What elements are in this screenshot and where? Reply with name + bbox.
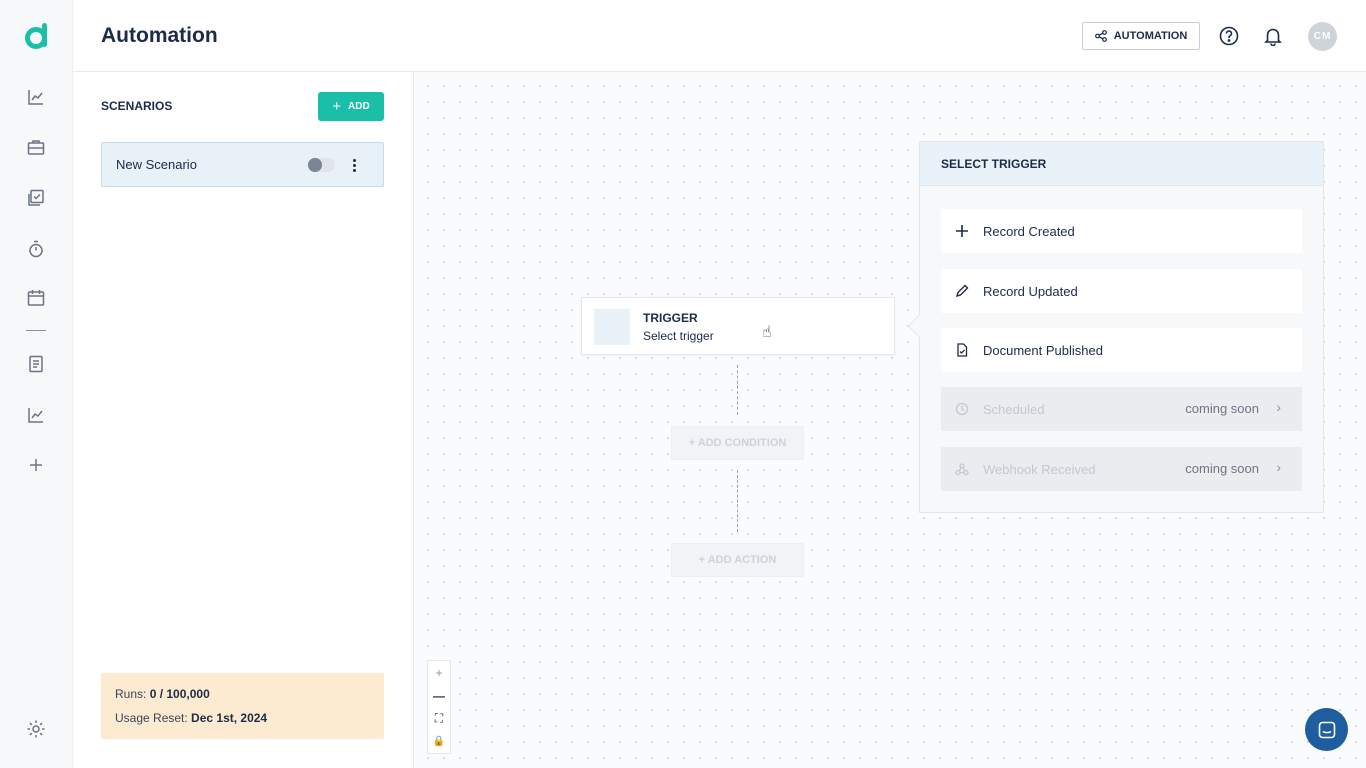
webhook-icon: [954, 461, 970, 477]
usage-box: Runs: 0 / 100,000 Usage Reset: Dec 1st, …: [101, 673, 384, 739]
pencil-icon: [954, 283, 970, 299]
clock-icon: [954, 401, 970, 417]
kebab-menu-icon[interactable]: [348, 155, 360, 175]
usage-reset-info: Usage Reset: Dec 1st, 2024: [115, 711, 268, 725]
panel-caret: [907, 314, 931, 338]
rail-divider: [26, 330, 46, 331]
trigger-title: TRIGGER: [643, 311, 698, 325]
scenarios-title: SCENARIOS: [101, 99, 173, 113]
bell-icon[interactable]: [1261, 24, 1285, 48]
scenario-name: New Scenario: [116, 157, 197, 172]
select-trigger-header: SELECT TRIGGER: [920, 142, 1323, 186]
select-trigger-title: SELECT TRIGGER: [941, 157, 1047, 171]
chart-line-icon[interactable]: [25, 404, 47, 426]
document-check-icon: [954, 342, 970, 358]
trigger-subtitle: Select trigger: [643, 329, 714, 343]
trigger-option-scheduled: Scheduled coming soon ›: [941, 387, 1302, 431]
toggle-knob: [308, 158, 322, 172]
fit-view-button[interactable]: ⛶: [428, 707, 450, 730]
hand-cursor-icon: ☝: [762, 324, 772, 341]
trigger-option-document-published[interactable]: Document Published: [941, 328, 1302, 372]
zoom-in-button[interactable]: +: [428, 661, 450, 684]
runs-value: 0 / 100,000: [149, 687, 210, 701]
help-icon[interactable]: [1217, 24, 1241, 48]
timer-icon[interactable]: [25, 238, 47, 260]
chevron-right-icon: ›: [1276, 399, 1281, 415]
option-label: Scheduled: [983, 401, 1045, 417]
flow-canvas[interactable]: TRIGGER Select trigger ☝ + ADD CONDITION…: [414, 72, 1366, 768]
chevron-right-icon: ›: [1276, 459, 1281, 475]
scenario-item[interactable]: New Scenario: [101, 142, 384, 187]
logo-icon[interactable]: [22, 21, 52, 51]
select-trigger-panel: SELECT TRIGGER Record Created Record Upd…: [907, 141, 1324, 513]
trigger-option-webhook-received: Webhook Received coming soon ›: [941, 447, 1302, 491]
trigger-option-record-updated[interactable]: Record Updated: [941, 269, 1302, 313]
avatar[interactable]: CM: [1308, 22, 1337, 51]
option-label: Record Created: [983, 223, 1075, 239]
runs-info: Runs: 0 / 100,000: [115, 687, 210, 701]
plus-icon[interactable]: [25, 454, 47, 476]
automation-button-label: AUTOMATION: [1113, 30, 1188, 42]
option-label: Record Updated: [983, 283, 1078, 299]
document-icon[interactable]: [25, 353, 47, 375]
connector-line: [737, 365, 738, 415]
top-header: Automation AUTOMATION CM: [73, 0, 1366, 72]
trigger-node[interactable]: TRIGGER Select trigger ☝: [581, 297, 895, 355]
coming-soon-label: coming soon: [1185, 401, 1259, 416]
plus-icon: +: [332, 98, 342, 115]
add-scenario-label: ADD: [348, 101, 370, 112]
briefcase-icon[interactable]: [25, 136, 47, 158]
usage-reset-value: Dec 1st, 2024: [191, 711, 268, 725]
scenario-toggle[interactable]: [308, 158, 335, 172]
share-nodes-icon: [1094, 30, 1107, 42]
chart-line-icon[interactable]: [25, 86, 47, 108]
chat-launcher-button[interactable]: [1305, 708, 1348, 751]
connector-line: [737, 470, 738, 532]
add-condition-button[interactable]: + ADD CONDITION: [671, 426, 804, 460]
add-scenario-button[interactable]: + ADD: [318, 92, 384, 121]
trigger-icon-placeholder: [594, 309, 630, 345]
plus-icon: [954, 223, 970, 239]
zoom-controls: + — ⛶ 🔒: [427, 660, 451, 754]
checklist-icon[interactable]: [25, 187, 47, 209]
add-action-button[interactable]: + ADD ACTION: [671, 543, 804, 577]
page-title: Automation: [101, 24, 218, 47]
calendar-icon[interactable]: [25, 287, 47, 309]
chat-icon: [1318, 721, 1335, 738]
left-rail: [0, 0, 73, 768]
scenarios-panel: SCENARIOS + ADD New Scenario Runs: 0 / 1…: [73, 72, 414, 768]
settings-icon[interactable]: [25, 718, 47, 740]
option-label: Webhook Received: [983, 461, 1096, 477]
zoom-out-button[interactable]: —: [428, 684, 450, 707]
coming-soon-label: coming soon: [1185, 461, 1259, 476]
lock-button[interactable]: 🔒: [428, 730, 450, 753]
automation-button[interactable]: AUTOMATION: [1082, 22, 1200, 50]
option-label: Document Published: [983, 342, 1103, 358]
trigger-option-record-created[interactable]: Record Created: [941, 209, 1302, 253]
